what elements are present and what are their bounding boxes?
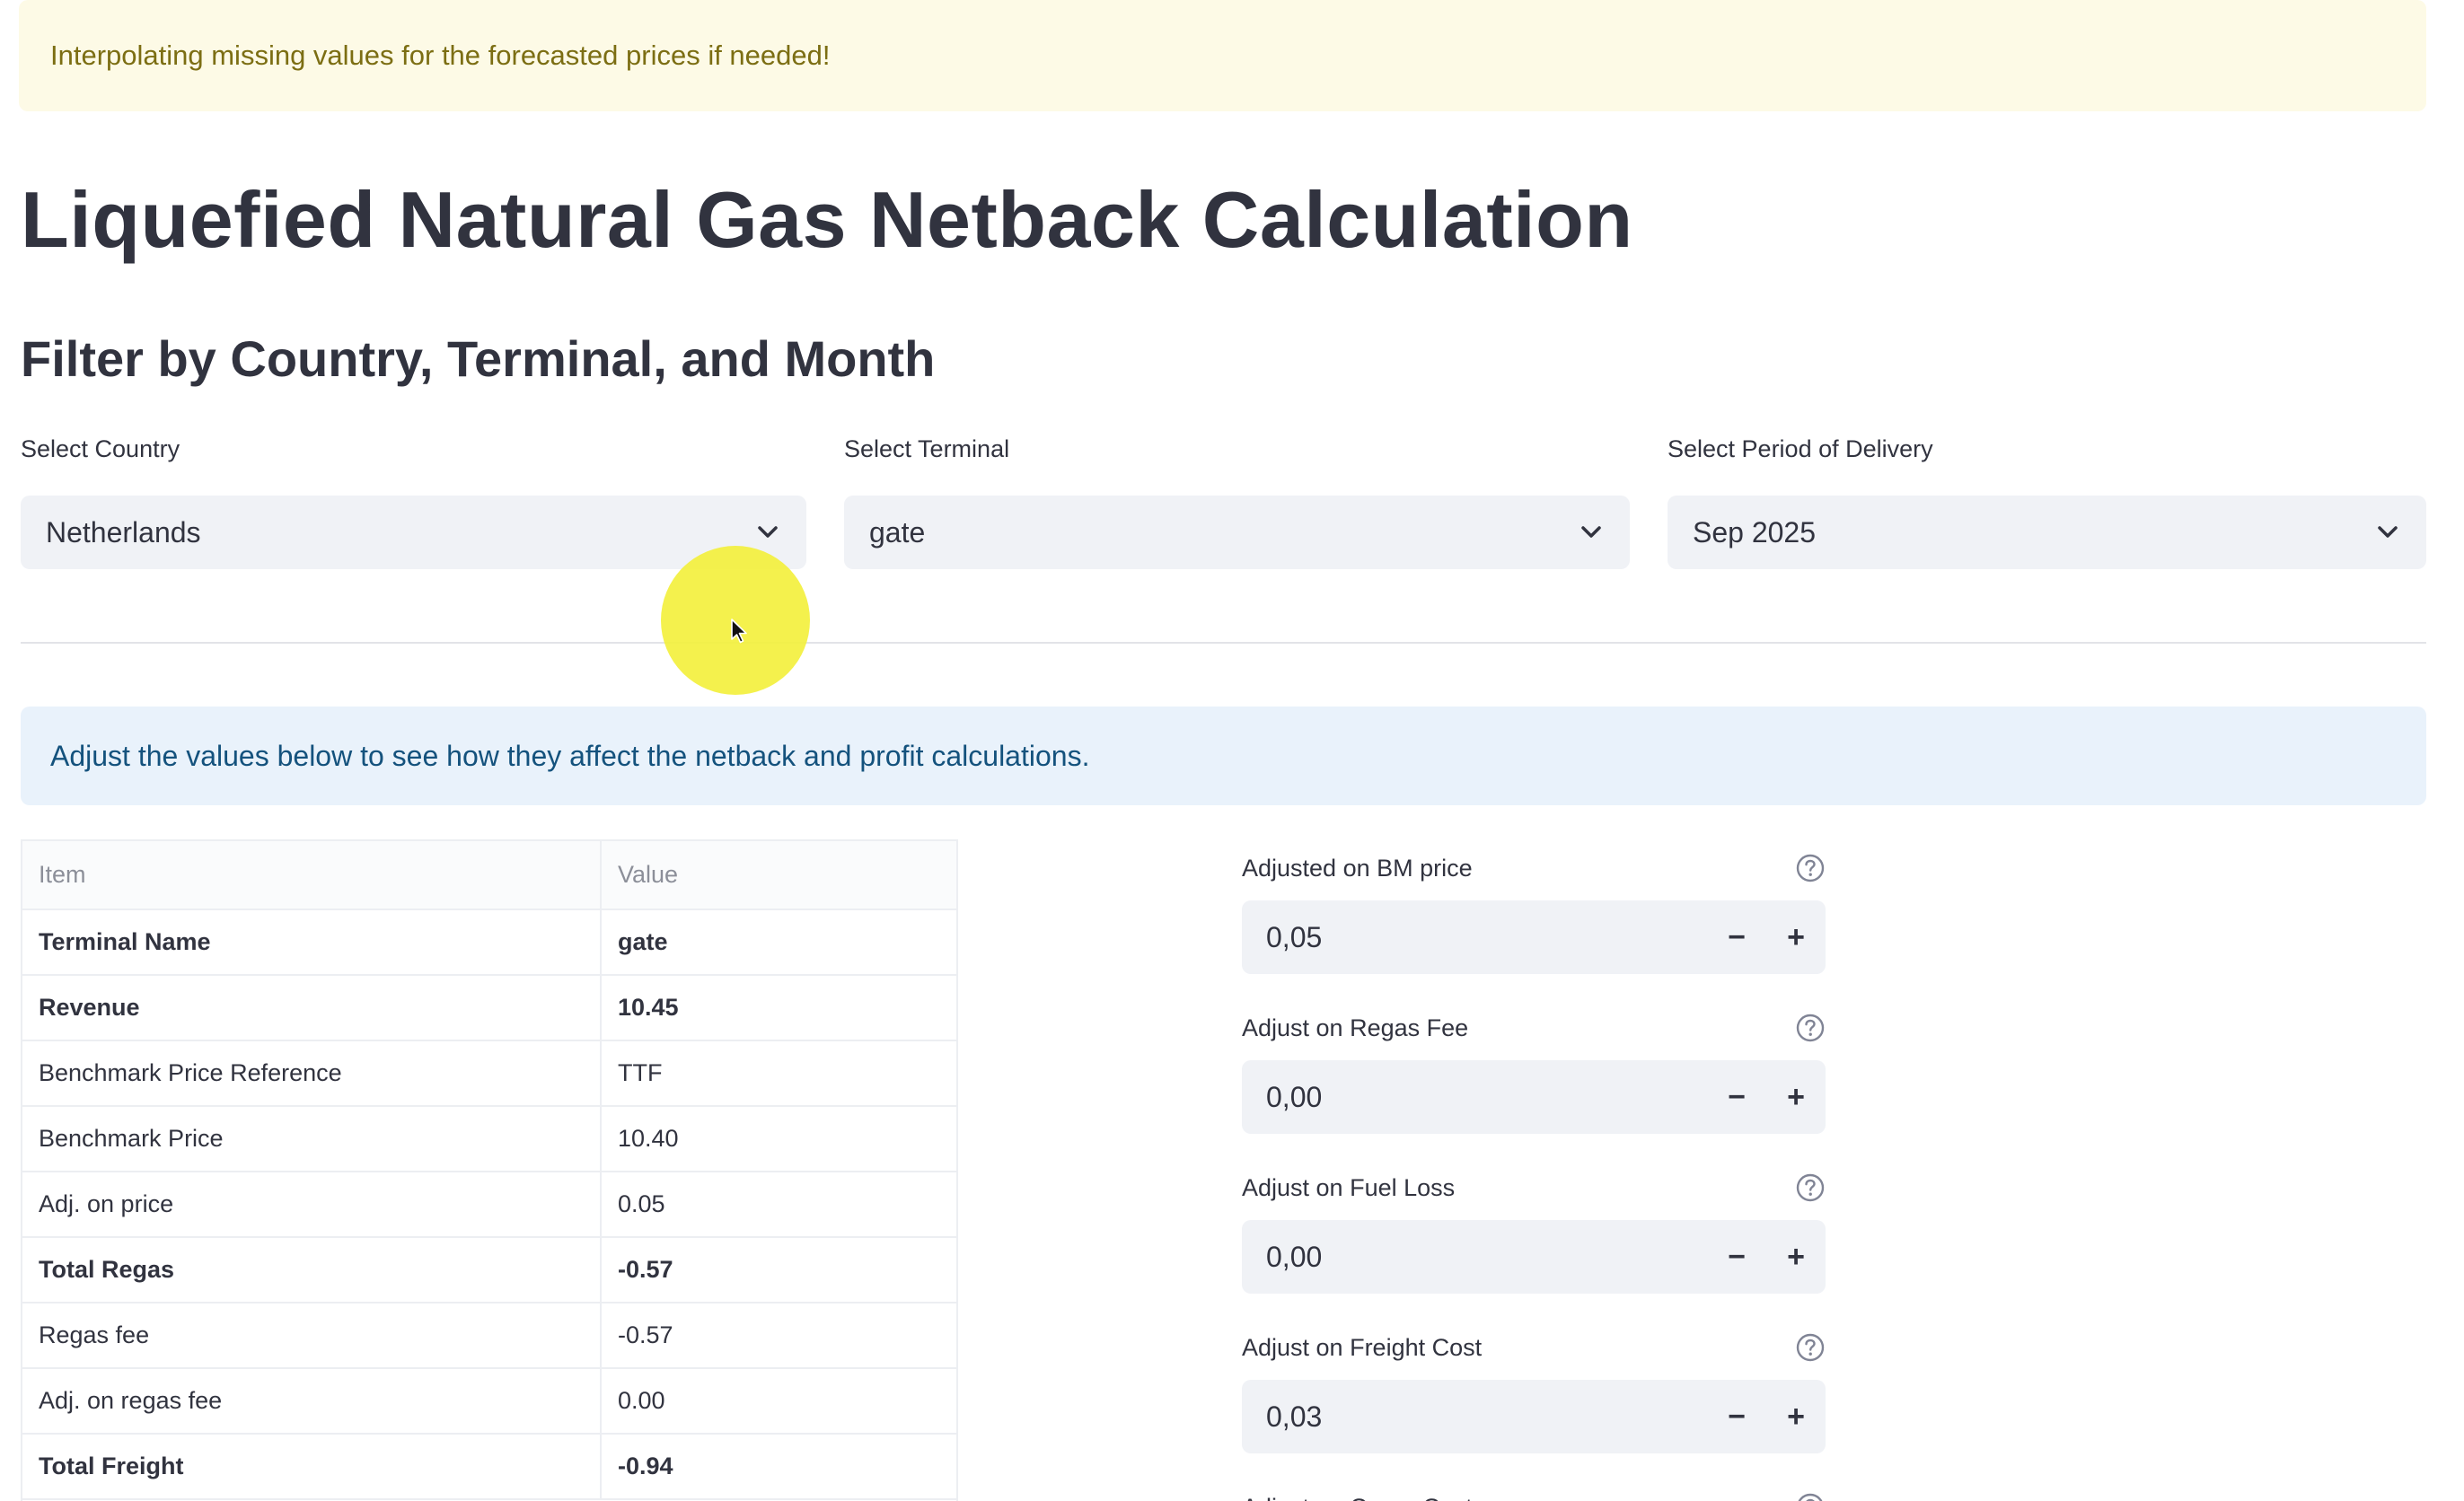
table-cell-value: 10.40 — [601, 1106, 956, 1172]
info-banner: Adjust the values below to see how they … — [21, 707, 2426, 805]
terminal-select-label: Select Terminal — [844, 435, 1010, 462]
section-subtitle: Filter by Country, Terminal, and Month — [21, 330, 936, 387]
terminal-select-value: gate — [869, 515, 926, 549]
table-row: Adj. on regas fee 0.00 — [22, 1368, 956, 1435]
number-input[interactable]: 0,05− + — [1242, 900, 1826, 974]
table-cell-item: Terminal Name — [22, 909, 602, 976]
netback-table[interactable]: Item Value Terminal Name gate Revenue 10.45… — [21, 839, 958, 1501]
adjustment-label-row: Adjust on Freight Cost — [1242, 1330, 1826, 1365]
table-cell-item: Revenue — [22, 975, 602, 1041]
period-select-group: Select Period of Delivery Sep 2025 — [1668, 431, 2426, 569]
country-select-group: Select Country Netherlands — [21, 431, 806, 569]
increment-button[interactable]: + — [1766, 1060, 1826, 1134]
table-row: Adj. on price 0.05 — [22, 1172, 956, 1238]
table-row: Total Freight -0.94 — [22, 1434, 956, 1500]
table-header-row: Item Value — [22, 841, 956, 910]
country-select[interactable]: Netherlands — [21, 496, 806, 569]
chevron-down-icon — [754, 519, 781, 546]
table-cell-value: -0.57 — [601, 1303, 956, 1369]
table-row: Revenue 10.45 — [22, 975, 956, 1041]
terminal-select[interactable]: gate — [844, 496, 1630, 569]
number-input[interactable]: 0,00− + — [1242, 1220, 1826, 1294]
number-input-value[interactable]: 0,00 — [1266, 1241, 1707, 1274]
page-title: Liquefied Natural Gas Netback Calculatio… — [21, 175, 1633, 264]
table-cell-value: gate — [601, 909, 956, 976]
number-input-value[interactable]: 0,05 — [1266, 921, 1707, 954]
adjustment-input-group: Adjusted on BM price 0,05− + — [1242, 850, 1826, 974]
table-cell-value: 0.00 — [601, 1368, 956, 1435]
adjustment-label-row: Adjust on Cargo Cost — [1242, 1489, 1826, 1501]
adjustment-input-group: Adjust on Freight Cost 0,03− + — [1242, 1330, 1826, 1453]
table-cell-item: Adj. on price — [22, 1172, 602, 1238]
number-input[interactable]: 0,00− + — [1242, 1060, 1826, 1134]
number-input[interactable]: 0,03− + — [1242, 1380, 1826, 1453]
increment-button[interactable]: + — [1766, 1380, 1826, 1453]
help-icon[interactable] — [1795, 1172, 1826, 1203]
chevron-down-icon — [1578, 519, 1605, 546]
warning-banner: Interpolating missing values for the for… — [19, 0, 2426, 111]
adjustment-label-row: Adjust on Regas Fee — [1242, 1010, 1826, 1046]
decrement-button[interactable]: − — [1707, 1060, 1766, 1134]
help-icon[interactable] — [1795, 1332, 1826, 1363]
number-input-value[interactable]: 0,03 — [1266, 1400, 1707, 1434]
increment-button[interactable]: + — [1766, 900, 1826, 974]
table-row: Regas fee -0.57 — [22, 1303, 956, 1369]
country-select-label: Select Country — [21, 435, 180, 462]
help-icon[interactable] — [1795, 1492, 1826, 1501]
decrement-button[interactable]: − — [1707, 1380, 1766, 1453]
period-select-label: Select Period of Delivery — [1668, 435, 1933, 462]
adjustment-label: Adjust on Cargo Cost — [1242, 1494, 1473, 1501]
decrement-button[interactable]: − — [1707, 900, 1766, 974]
column-header-value[interactable]: Value — [601, 841, 956, 910]
table-cell-value: 10.45 — [601, 975, 956, 1041]
mouse-pointer-icon — [730, 618, 750, 645]
table-row: Total Regas -0.57 — [22, 1237, 956, 1304]
app-page: Interpolating missing values for the for… — [0, 0, 2464, 1501]
table-cell-item: Total Regas — [22, 1237, 602, 1304]
increment-button[interactable]: + — [1766, 1220, 1826, 1294]
table-cell-item: Regas fee — [22, 1303, 602, 1369]
period-select[interactable]: Sep 2025 — [1668, 496, 2426, 569]
table-cell-value: -0.57 — [601, 1237, 956, 1304]
table-cell-item: Adj. on regas fee — [22, 1368, 602, 1435]
column-header-item[interactable]: Item — [22, 841, 602, 910]
table-cell-value: TTF — [601, 1040, 956, 1107]
decrement-button[interactable]: − — [1707, 1220, 1766, 1294]
section-divider — [21, 642, 2426, 644]
warning-text: Interpolating missing values for the for… — [50, 40, 831, 71]
adjustment-label-row: Adjusted on BM price — [1242, 850, 1826, 886]
table-cell-item: Total Freight — [22, 1434, 602, 1500]
table-row: Terminal Name gate — [22, 909, 956, 976]
chevron-down-icon — [2374, 519, 2401, 546]
table-cell-value: -0.94 — [601, 1434, 956, 1500]
adjustment-label: Adjusted on BM price — [1242, 854, 1473, 882]
adjustment-input-group: Adjust on Regas Fee 0,00− + — [1242, 1010, 1826, 1134]
table-cell-value: 0.05 — [601, 1172, 956, 1238]
help-icon[interactable] — [1795, 1013, 1826, 1043]
table-row: Benchmark Price 10.40 — [22, 1106, 956, 1172]
adjustment-label: Adjust on Fuel Loss — [1242, 1173, 1456, 1201]
adjustment-label: Adjust on Freight Cost — [1242, 1333, 1483, 1361]
adjustment-input-group: Adjust on Cargo Cost — [1242, 1489, 1826, 1501]
adjustment-input-group: Adjust on Fuel Loss 0,00− + — [1242, 1170, 1826, 1294]
table-cell-item: Benchmark Price Reference — [22, 1040, 602, 1107]
period-select-value: Sep 2025 — [1693, 515, 1817, 549]
number-input-value[interactable]: 0,00 — [1266, 1081, 1707, 1114]
country-select-value: Netherlands — [46, 515, 201, 549]
adjustment-label-row: Adjust on Fuel Loss — [1242, 1170, 1826, 1206]
adjustment-label: Adjust on Regas Fee — [1242, 1014, 1469, 1041]
help-icon[interactable] — [1795, 853, 1826, 883]
table-cell-item: Benchmark Price — [22, 1106, 602, 1172]
terminal-select-group: Select Terminal gate — [844, 431, 1630, 569]
info-text: Adjust the values below to see how they … — [50, 739, 1090, 772]
table-row: Benchmark Price Reference TTF — [22, 1040, 956, 1107]
